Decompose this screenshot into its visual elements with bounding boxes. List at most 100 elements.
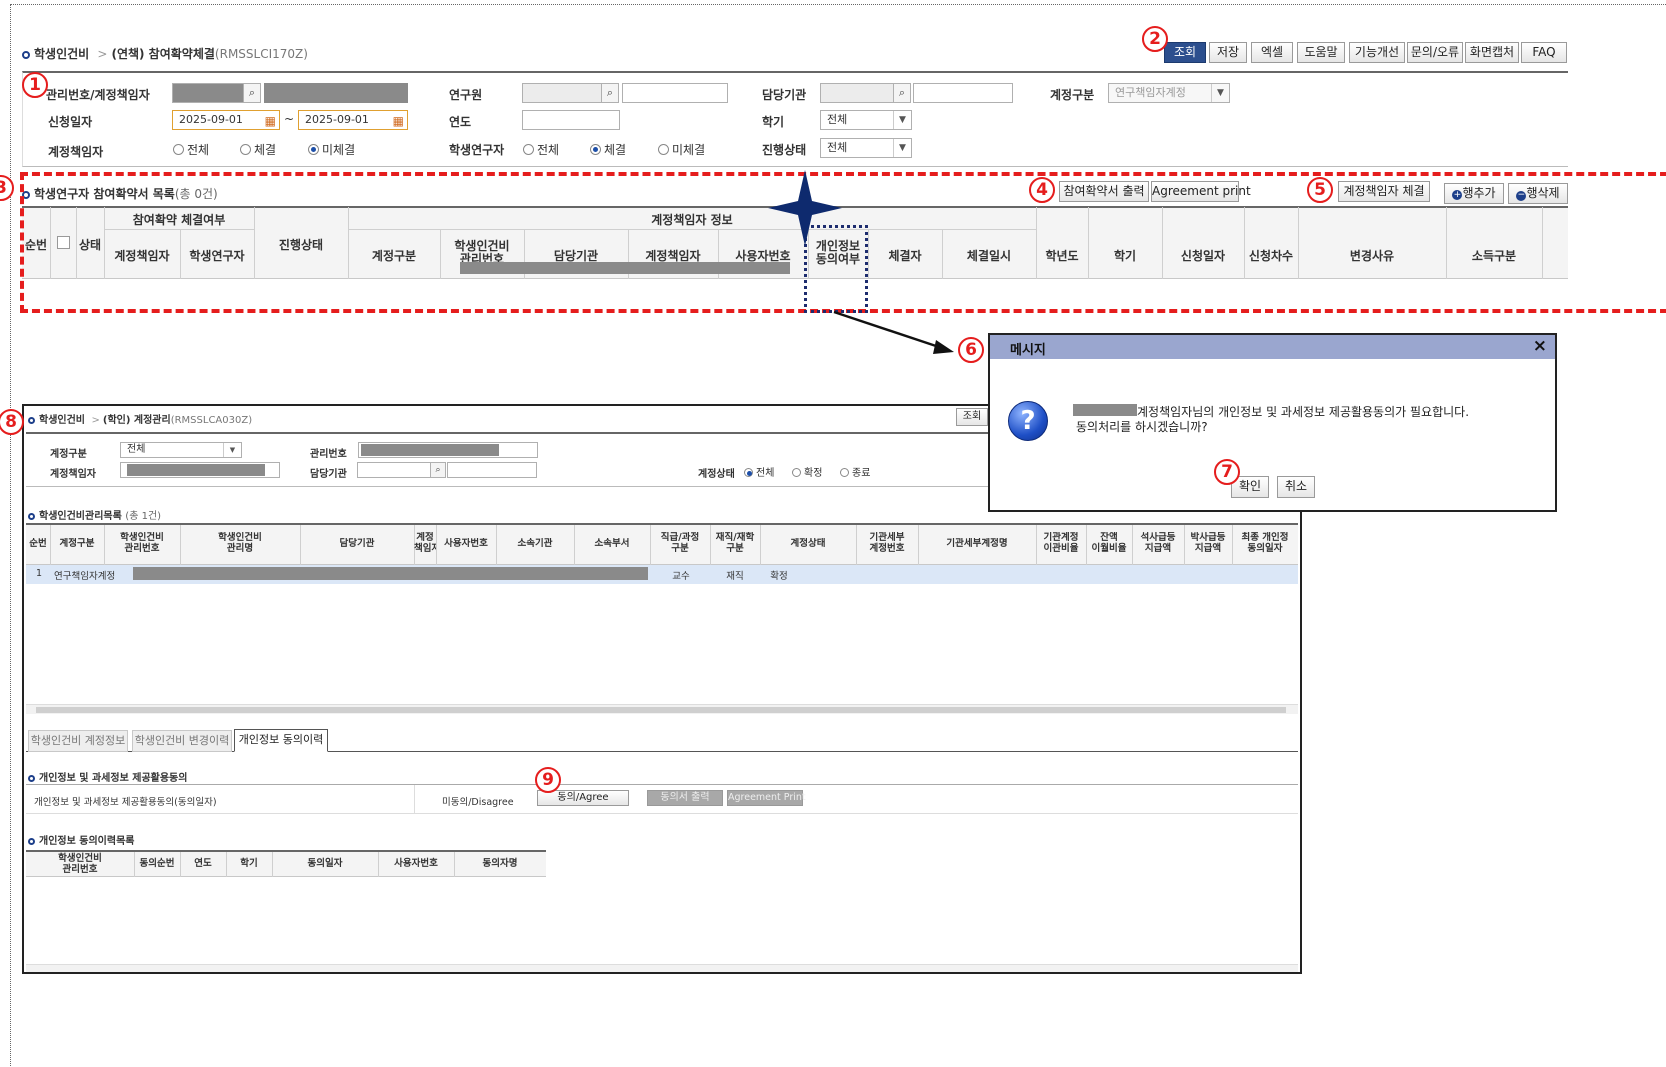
- radio-label: 전체: [756, 468, 775, 479]
- save-button[interactable]: 저장: [1209, 42, 1247, 63]
- consent-status: 미동의/Disagree: [442, 797, 514, 808]
- researcher-name-input[interactable]: [622, 83, 728, 103]
- sub-acct-type-value: 전체: [127, 444, 146, 455]
- search-icon[interactable]: ⌕: [893, 83, 911, 103]
- horizontal-scrollbar[interactable]: [26, 964, 1298, 972]
- cancel-button[interactable]: 취소: [1277, 476, 1315, 498]
- horizontal-scrollbar[interactable]: [26, 704, 1298, 714]
- redacted-name: [1073, 404, 1137, 416]
- student-radio-all[interactable]: 전체: [523, 141, 559, 158]
- org-label: 담당기관: [762, 88, 807, 102]
- sub-search-button[interactable]: 조회: [956, 408, 988, 426]
- sub-breadcrumb-root[interactable]: 학생인건비: [39, 415, 85, 426]
- sub-org-input[interactable]: [357, 462, 431, 478]
- page-code: (RMSSLCI170Z): [214, 47, 308, 61]
- marker-1: 1: [22, 72, 48, 98]
- search-icon[interactable]: ⌕: [243, 83, 261, 103]
- search-icon[interactable]: ⌕: [601, 83, 619, 103]
- consent-agreement-print-button[interactable]: Agreement Print: [727, 790, 806, 806]
- sub-col-header: 박사급등 지급액: [1190, 532, 1226, 554]
- sub-state-radio-ended[interactable]: 종료: [840, 464, 870, 479]
- tab-consent-history[interactable]: 개인정보 동의이력: [234, 729, 328, 752]
- sub-list-count: (총 1건): [125, 511, 162, 522]
- semester-value: 전체: [827, 113, 848, 126]
- close-icon[interactable]: ×: [1533, 336, 1547, 356]
- sub-mgmt-label: 관리번호: [310, 449, 347, 460]
- sub-col-header: 잔액 이월비율: [1091, 532, 1127, 554]
- consent-print-button[interactable]: 동의서 출력: [647, 790, 723, 806]
- sub-col-header: 소속부서: [594, 538, 630, 549]
- bullet-icon: [28, 838, 35, 845]
- semester-select[interactable]: 전체 ▼: [820, 110, 912, 130]
- sub-acct-type-select[interactable]: 전체 ▼: [120, 442, 242, 458]
- improve-button[interactable]: 기능개선: [1349, 42, 1405, 63]
- sub-list-title: 학생인건비관리목록 (총 1건): [28, 507, 161, 522]
- researcher-input[interactable]: [522, 83, 602, 103]
- owner-radio-unsigned[interactable]: 미체결: [308, 141, 355, 158]
- student-label: 학생연구자: [449, 143, 505, 157]
- student-radio-unsigned[interactable]: 미체결: [658, 141, 705, 158]
- bullet-icon: [22, 51, 30, 59]
- sub-state-radio-all[interactable]: 전체: [744, 464, 774, 479]
- scrollbar-thumb[interactable]: [36, 707, 1286, 713]
- sub-col-header: 최종 개인정 동의일자: [1241, 532, 1289, 554]
- tab-account-info[interactable]: 학생인건비 계정정보: [28, 730, 128, 752]
- arrow-icon: [833, 310, 954, 354]
- question-icon: ?: [1008, 401, 1048, 441]
- history-col-header: 동의일자: [307, 858, 343, 869]
- student-radio-signed[interactable]: 체결: [590, 141, 626, 158]
- search-icon[interactable]: ⌕: [430, 462, 446, 478]
- redacted-owner-name: [264, 83, 408, 103]
- sub-state-radio-confirmed[interactable]: 확정: [792, 464, 822, 479]
- bullet-icon: [28, 513, 35, 520]
- sub-col-header: 기관세부 계정번호: [869, 532, 905, 554]
- acct-type-select[interactable]: 연구책임자계정 ▼: [1108, 83, 1230, 103]
- owner-radio-all[interactable]: 전체: [173, 141, 209, 158]
- sub-org-name-input[interactable]: [447, 462, 537, 478]
- radio-label: 종료: [852, 468, 871, 479]
- sub-page-code: (RMSSLCA030Z): [170, 415, 253, 426]
- org-name-input[interactable]: [913, 83, 1013, 103]
- acct-type-label: 계정구분: [1050, 88, 1095, 102]
- history-col-header: 동의자명: [482, 858, 518, 869]
- status-select[interactable]: 전체 ▼: [820, 138, 912, 158]
- date-from-input[interactable]: 2025-09-01 ▦: [172, 110, 280, 130]
- capture-button[interactable]: 화면캡처: [1465, 42, 1519, 63]
- breadcrumb-root[interactable]: 학생인건비: [34, 47, 89, 61]
- redacted-value: [127, 464, 265, 476]
- owner-label: 계정책임자: [48, 145, 104, 159]
- breadcrumb-separator: >: [97, 47, 108, 61]
- faq-button[interactable]: FAQ: [1521, 42, 1567, 63]
- owner-radio-signed[interactable]: 체결: [240, 141, 276, 158]
- inquiry-button[interactable]: 문의/오류: [1407, 42, 1463, 63]
- sub-col-header: 기관계정 이관비율: [1043, 532, 1079, 554]
- breadcrumb: 학생인건비 > (연책) 참여확약체결(RMSSLCI170Z): [22, 45, 308, 62]
- year-input[interactable]: [522, 110, 620, 130]
- marker-2: 2: [1142, 26, 1168, 52]
- radio-icon: [658, 144, 669, 155]
- calendar-icon[interactable]: ▦: [393, 112, 404, 129]
- redacted-row-data: [133, 567, 648, 580]
- sub-col-header: 사용자번호: [444, 538, 488, 549]
- help-button[interactable]: 도움말: [1297, 42, 1345, 63]
- radio-icon: [523, 144, 534, 155]
- star-icon: [768, 170, 842, 246]
- date-to-input[interactable]: 2025-09-01 ▦: [298, 110, 408, 130]
- radio-icon: [590, 144, 601, 155]
- date-from-value: 2025-09-01: [179, 113, 243, 126]
- sub-col-header: 석사급등 지급액: [1140, 532, 1176, 554]
- row-employ: 재직: [726, 571, 744, 582]
- tab-change-history[interactable]: 학생인건비 변경이력: [132, 730, 232, 752]
- date-to-value: 2025-09-01: [305, 113, 369, 126]
- marker-7: 7: [1214, 459, 1240, 485]
- excel-button[interactable]: 엑셀: [1251, 42, 1293, 63]
- search-button[interactable]: 조회: [1164, 42, 1206, 63]
- radio-icon: [308, 144, 319, 155]
- col-divider: [414, 785, 415, 814]
- radio-label: 전체: [537, 143, 560, 157]
- consent-label: 개인정보 및 과세정보 제공활용동의(동의일자): [34, 797, 217, 808]
- marker-6: 6: [958, 337, 984, 363]
- org-input[interactable]: [820, 83, 894, 103]
- calendar-icon[interactable]: ▦: [265, 112, 276, 129]
- radio-label: 전체: [187, 143, 210, 157]
